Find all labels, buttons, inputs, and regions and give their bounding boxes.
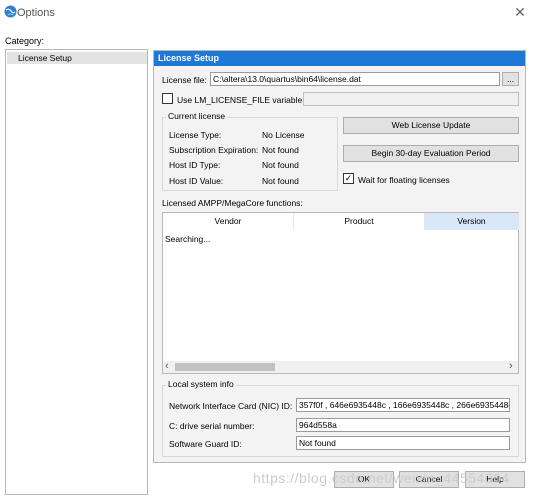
category-label: Category: xyxy=(5,36,45,46)
license-type-label: License Type: xyxy=(169,130,222,140)
software-guard-field[interactable]: Not found xyxy=(296,436,510,450)
column-header-vendor[interactable]: Vendor xyxy=(163,213,294,230)
use-lm-checkbox[interactable] xyxy=(162,93,173,104)
globe-icon xyxy=(4,5,17,18)
host-id-value-label: Host ID Value: xyxy=(169,176,224,186)
begin-evaluation-button[interactable]: Begin 30-day Evaluation Period xyxy=(343,145,519,162)
drive-serial-label: C: drive serial number: xyxy=(169,421,255,431)
column-header-product[interactable]: Product xyxy=(294,213,425,230)
host-id-type-value: Not found xyxy=(262,160,299,170)
wait-floating-checkbox[interactable]: ✓ xyxy=(343,173,354,184)
drive-serial-field[interactable]: 964d558a xyxy=(296,418,510,432)
nic-id-field[interactable]: 357f0f , 646e6935448c , 166e6935448c , 2… xyxy=(296,398,510,412)
host-id-type-label: Host ID Type: xyxy=(169,160,221,170)
subscription-expiration-label: Subscription Expiration: xyxy=(169,145,259,155)
title-bar: Options ✕ xyxy=(0,0,533,26)
category-tree[interactable]: License Setup xyxy=(5,49,148,495)
panel-header: License Setup xyxy=(154,51,525,66)
window-title: Options xyxy=(17,7,55,19)
nic-id-label: Network Interface Card (NIC) ID: xyxy=(169,401,293,411)
functions-label: Licensed AMPP/MegaCore functions: xyxy=(162,198,303,208)
use-lm-label: Use LM_LICENSE_FILE variable: xyxy=(177,95,305,105)
software-guard-label: Software Guard ID: xyxy=(169,439,242,449)
license-file-label: License file: xyxy=(162,75,207,85)
browse-button[interactable]: ... xyxy=(502,72,519,86)
web-license-update-button[interactable]: Web License Update xyxy=(343,117,519,134)
functions-table[interactable]: Vendor Product Version Searching... ‹ › xyxy=(162,212,519,374)
license-file-input[interactable]: C:\altera\13.0\quartus\bin64\license.dat xyxy=(210,72,500,86)
host-id-value-value: Not found xyxy=(262,176,299,186)
license-type-value: No License xyxy=(262,130,305,140)
license-setup-panel: License Setup License file: C:\altera\13… xyxy=(153,50,526,463)
column-header-version[interactable]: Version xyxy=(425,213,519,230)
wait-floating-label: Wait for floating licenses xyxy=(358,175,450,185)
watermark: https://blog.csdn.net/weixin_44554004 xyxy=(253,470,510,486)
horizontal-scrollbar[interactable]: ‹ › xyxy=(163,360,518,373)
table-status-text: Searching... xyxy=(165,234,211,244)
subscription-expiration-value: Not found xyxy=(262,145,299,155)
lm-license-input[interactable] xyxy=(303,92,519,106)
tree-item-license-setup[interactable]: License Setup xyxy=(7,52,147,64)
scroll-right-icon[interactable]: › xyxy=(509,360,513,372)
local-system-info-title: Local system info xyxy=(166,379,236,389)
current-license-title: Current license xyxy=(166,111,228,121)
scroll-left-icon[interactable]: ‹ xyxy=(165,360,169,372)
scrollbar-thumb[interactable] xyxy=(175,363,275,371)
close-icon[interactable]: ✕ xyxy=(512,4,528,20)
